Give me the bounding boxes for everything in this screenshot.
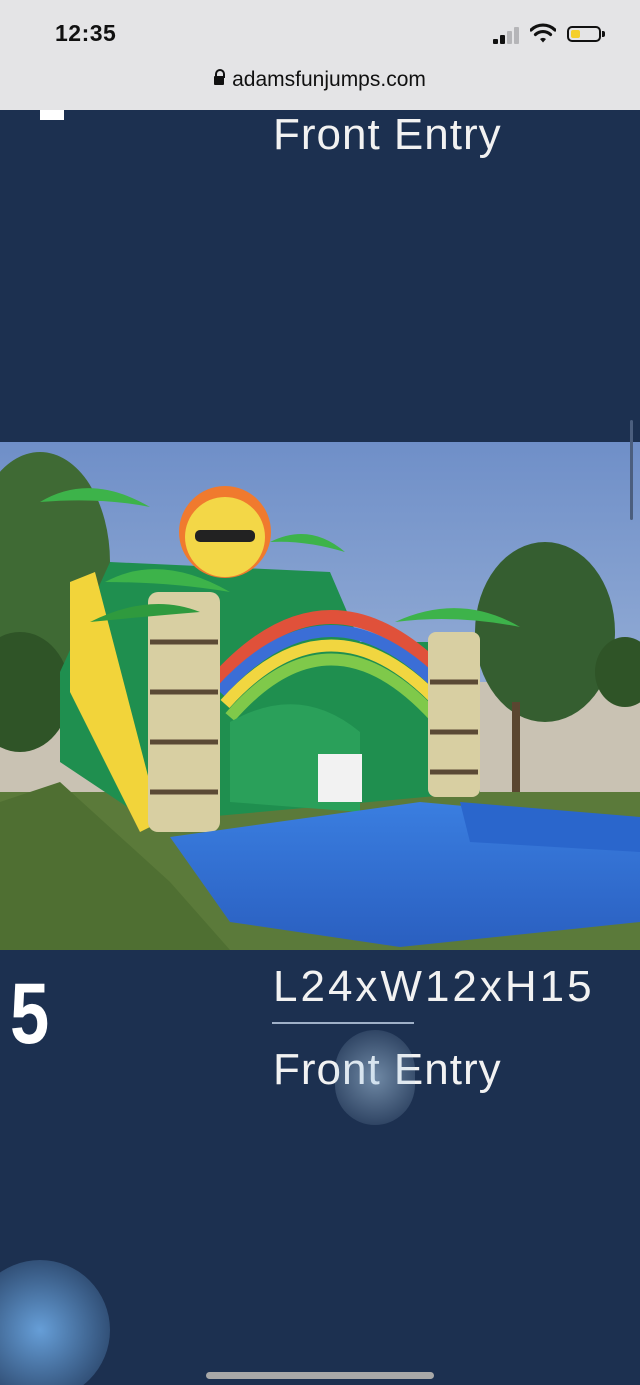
page-content: Front Entry 5 L24xW12xH15 Front Entry [0,110,640,1385]
url-text: adamsfunjumps.com [232,68,426,91]
scrollbar[interactable] [630,420,633,520]
item-dimensions: L24xW12xH15 [273,962,595,1011]
touch-highlight [0,1260,110,1385]
signal-icon [493,26,521,44]
address-bar[interactable]: adamsfunjumps.com [0,68,640,92]
item-number: 5 [10,966,50,1062]
status-bar: 12:35 adamsfunjumps.com [0,0,640,110]
divider [272,1022,414,1024]
touch-highlight [335,1030,415,1125]
battery-icon [567,26,605,42]
home-indicator[interactable] [206,1372,434,1379]
wifi-icon [530,23,556,43]
clock: 12:35 [55,20,117,46]
previous-item-entry: Front Entry [273,110,502,159]
previous-item-number [40,110,64,120]
lock-icon [214,69,226,85]
product-photo [0,442,640,950]
